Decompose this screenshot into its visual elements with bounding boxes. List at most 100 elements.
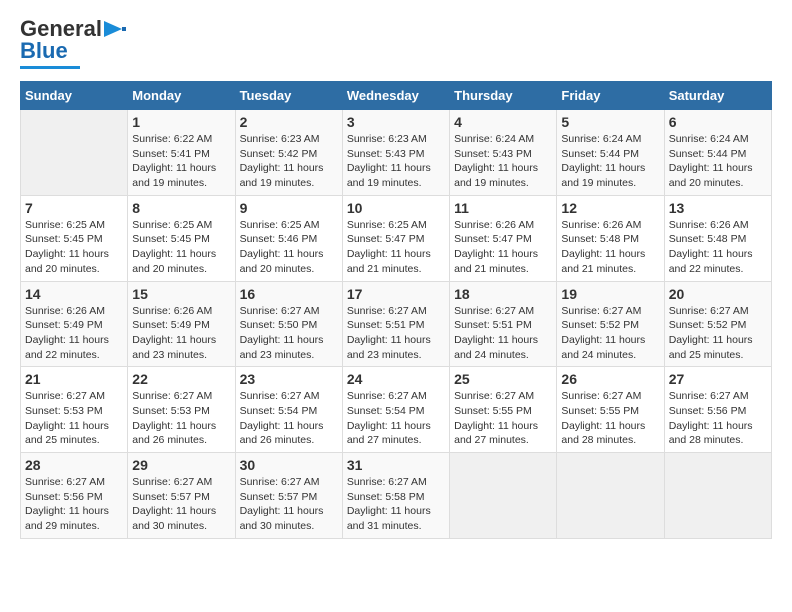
calendar-cell: 26 Sunrise: 6:27 AM Sunset: 5:55 PM Dayli… [557, 367, 664, 453]
calendar-cell: 8 Sunrise: 6:25 AM Sunset: 5:45 PM Daylig… [128, 195, 235, 281]
day-header-wednesday: Wednesday [342, 82, 449, 110]
day-number: 19 [561, 286, 659, 302]
day-info: Sunrise: 6:27 AM Sunset: 5:51 PM Dayligh… [454, 304, 552, 363]
calendar-cell: 17 Sunrise: 6:27 AM Sunset: 5:51 PM Dayli… [342, 281, 449, 367]
day-number: 31 [347, 457, 445, 473]
day-number: 30 [240, 457, 338, 473]
calendar-cell: 25 Sunrise: 6:27 AM Sunset: 5:55 PM Dayli… [450, 367, 557, 453]
day-info: Sunrise: 6:25 AM Sunset: 5:45 PM Dayligh… [25, 218, 123, 277]
calendar-cell: 10 Sunrise: 6:25 AM Sunset: 5:47 PM Dayli… [342, 195, 449, 281]
calendar-cell: 1 Sunrise: 6:22 AM Sunset: 5:41 PM Daylig… [128, 110, 235, 196]
calendar-cell: 18 Sunrise: 6:27 AM Sunset: 5:51 PM Dayli… [450, 281, 557, 367]
day-number: 22 [132, 371, 230, 387]
day-info: Sunrise: 6:23 AM Sunset: 5:43 PM Dayligh… [347, 132, 445, 191]
day-info: Sunrise: 6:24 AM Sunset: 5:44 PM Dayligh… [561, 132, 659, 191]
day-number: 5 [561, 114, 659, 130]
day-number: 2 [240, 114, 338, 130]
day-info: Sunrise: 6:27 AM Sunset: 5:57 PM Dayligh… [240, 475, 338, 534]
calendar-week-2: 7 Sunrise: 6:25 AM Sunset: 5:45 PM Daylig… [21, 195, 772, 281]
day-number: 3 [347, 114, 445, 130]
day-info: Sunrise: 6:26 AM Sunset: 5:48 PM Dayligh… [561, 218, 659, 277]
day-info: Sunrise: 6:27 AM Sunset: 5:56 PM Dayligh… [669, 389, 767, 448]
calendar-cell: 11Sunrise: 6:26 AM Sunset: 5:47 PM Dayli… [450, 195, 557, 281]
calendar-cell: 7 Sunrise: 6:25 AM Sunset: 5:45 PM Daylig… [21, 195, 128, 281]
day-number: 9 [240, 200, 338, 216]
calendar-cell: 28 Sunrise: 6:27 AM Sunset: 5:56 PM Dayli… [21, 453, 128, 539]
calendar-cell: 15 Sunrise: 6:26 AM Sunset: 5:49 PM Dayli… [128, 281, 235, 367]
day-number: 21 [25, 371, 123, 387]
day-number: 1 [132, 114, 230, 130]
day-header-friday: Friday [557, 82, 664, 110]
calendar-cell: 13Sunrise: 6:26 AM Sunset: 5:48 PM Dayli… [664, 195, 771, 281]
day-number: 15 [132, 286, 230, 302]
day-number: 7 [25, 200, 123, 216]
calendar-cell: 21 Sunrise: 6:27 AM Sunset: 5:53 PM Dayli… [21, 367, 128, 453]
calendar-cell: 27 Sunrise: 6:27 AM Sunset: 5:56 PM Dayli… [664, 367, 771, 453]
day-number: 8 [132, 200, 230, 216]
logo: General Blue [20, 16, 126, 69]
calendar-cell [21, 110, 128, 196]
day-info: Sunrise: 6:26 AM Sunset: 5:49 PM Dayligh… [25, 304, 123, 363]
logo-text-blue: Blue [20, 38, 68, 64]
day-number: 12 [561, 200, 659, 216]
calendar-week-3: 14Sunrise: 6:26 AM Sunset: 5:49 PM Dayli… [21, 281, 772, 367]
calendar-table: SundayMondayTuesdayWednesdayThursdayFrid… [20, 81, 772, 539]
calendar-cell: 19 Sunrise: 6:27 AM Sunset: 5:52 PM Dayli… [557, 281, 664, 367]
calendar-cell: 14Sunrise: 6:26 AM Sunset: 5:49 PM Dayli… [21, 281, 128, 367]
calendar-cell [557, 453, 664, 539]
calendar-cell: 31 Sunrise: 6:27 AM Sunset: 5:58 PM Dayli… [342, 453, 449, 539]
calendar-cell: 22 Sunrise: 6:27 AM Sunset: 5:53 PM Dayli… [128, 367, 235, 453]
day-header-saturday: Saturday [664, 82, 771, 110]
day-header-tuesday: Tuesday [235, 82, 342, 110]
day-header-thursday: Thursday [450, 82, 557, 110]
day-info: Sunrise: 6:24 AM Sunset: 5:44 PM Dayligh… [669, 132, 767, 191]
day-info: Sunrise: 6:27 AM Sunset: 5:50 PM Dayligh… [240, 304, 338, 363]
day-info: Sunrise: 6:27 AM Sunset: 5:54 PM Dayligh… [347, 389, 445, 448]
day-number: 26 [561, 371, 659, 387]
calendar-cell: 3 Sunrise: 6:23 AM Sunset: 5:43 PM Daylig… [342, 110, 449, 196]
day-header-sunday: Sunday [21, 82, 128, 110]
day-info: Sunrise: 6:27 AM Sunset: 5:55 PM Dayligh… [561, 389, 659, 448]
day-info: Sunrise: 6:25 AM Sunset: 5:45 PM Dayligh… [132, 218, 230, 277]
calendar-cell: 4 Sunrise: 6:24 AM Sunset: 5:43 PM Daylig… [450, 110, 557, 196]
calendar-cell: 16 Sunrise: 6:27 AM Sunset: 5:50 PM Dayli… [235, 281, 342, 367]
day-info: Sunrise: 6:27 AM Sunset: 5:53 PM Dayligh… [25, 389, 123, 448]
day-number: 23 [240, 371, 338, 387]
day-info: Sunrise: 6:23 AM Sunset: 5:42 PM Dayligh… [240, 132, 338, 191]
day-info: Sunrise: 6:26 AM Sunset: 5:47 PM Dayligh… [454, 218, 552, 277]
day-number: 4 [454, 114, 552, 130]
day-number: 25 [454, 371, 552, 387]
day-info: Sunrise: 6:27 AM Sunset: 5:56 PM Dayligh… [25, 475, 123, 534]
day-info: Sunrise: 6:27 AM Sunset: 5:52 PM Dayligh… [561, 304, 659, 363]
day-info: Sunrise: 6:27 AM Sunset: 5:54 PM Dayligh… [240, 389, 338, 448]
day-number: 27 [669, 371, 767, 387]
day-number: 18 [454, 286, 552, 302]
day-info: Sunrise: 6:27 AM Sunset: 5:58 PM Dayligh… [347, 475, 445, 534]
day-number: 17 [347, 286, 445, 302]
day-info: Sunrise: 6:24 AM Sunset: 5:43 PM Dayligh… [454, 132, 552, 191]
day-number: 10 [347, 200, 445, 216]
day-info: Sunrise: 6:22 AM Sunset: 5:41 PM Dayligh… [132, 132, 230, 191]
calendar-cell: 24Sunrise: 6:27 AM Sunset: 5:54 PM Dayli… [342, 367, 449, 453]
day-info: Sunrise: 6:27 AM Sunset: 5:52 PM Dayligh… [669, 304, 767, 363]
day-info: Sunrise: 6:25 AM Sunset: 5:46 PM Dayligh… [240, 218, 338, 277]
day-info: Sunrise: 6:25 AM Sunset: 5:47 PM Dayligh… [347, 218, 445, 277]
day-info: Sunrise: 6:27 AM Sunset: 5:57 PM Dayligh… [132, 475, 230, 534]
page-header: General Blue [20, 16, 772, 69]
day-info: Sunrise: 6:27 AM Sunset: 5:51 PM Dayligh… [347, 304, 445, 363]
day-info: Sunrise: 6:26 AM Sunset: 5:49 PM Dayligh… [132, 304, 230, 363]
calendar-cell: 6Sunrise: 6:24 AM Sunset: 5:44 PM Daylig… [664, 110, 771, 196]
calendar-cell: 30 Sunrise: 6:27 AM Sunset: 5:57 PM Dayli… [235, 453, 342, 539]
calendar-cell: 20Sunrise: 6:27 AM Sunset: 5:52 PM Dayli… [664, 281, 771, 367]
day-info: Sunrise: 6:27 AM Sunset: 5:53 PM Dayligh… [132, 389, 230, 448]
logo-arrow-icon [104, 19, 126, 39]
day-number: 16 [240, 286, 338, 302]
calendar-week-4: 21 Sunrise: 6:27 AM Sunset: 5:53 PM Dayli… [21, 367, 772, 453]
calendar-week-1: 1 Sunrise: 6:22 AM Sunset: 5:41 PM Daylig… [21, 110, 772, 196]
calendar-cell [450, 453, 557, 539]
day-info: Sunrise: 6:27 AM Sunset: 5:55 PM Dayligh… [454, 389, 552, 448]
day-number: 28 [25, 457, 123, 473]
calendar-cell: 9 Sunrise: 6:25 AM Sunset: 5:46 PM Daylig… [235, 195, 342, 281]
day-info: Sunrise: 6:26 AM Sunset: 5:48 PM Dayligh… [669, 218, 767, 277]
calendar-cell: 2 Sunrise: 6:23 AM Sunset: 5:42 PM Daylig… [235, 110, 342, 196]
